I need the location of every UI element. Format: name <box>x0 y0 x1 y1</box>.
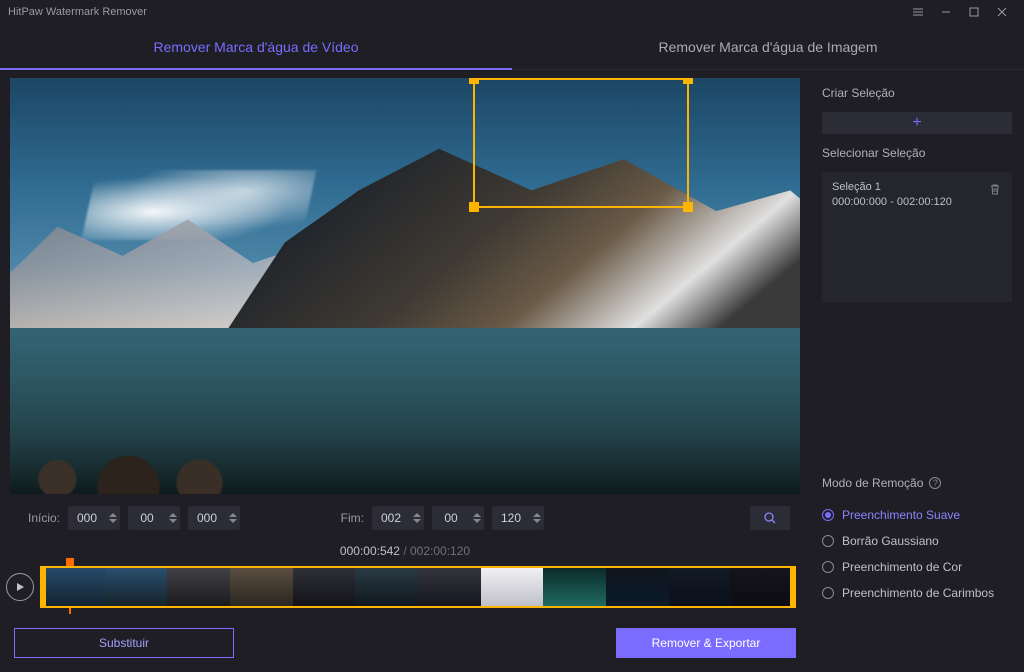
add-selection-button[interactable]: + <box>822 112 1012 134</box>
close-icon[interactable] <box>988 0 1016 24</box>
selection-list: Seleção 1 000:00:000 - 002:00:120 <box>822 172 1012 302</box>
timeline-thumb <box>167 568 230 606</box>
total-time: 002:00:120 <box>410 544 470 558</box>
mode-label: Modo de Remoção ? <box>822 476 1012 490</box>
start-minutes[interactable] <box>128 506 180 530</box>
selection-range: 000:00:000 - 002:00:120 <box>832 195 952 210</box>
video-preview[interactable] <box>10 78 800 494</box>
timeline-thumb <box>105 568 168 606</box>
preview-rocks <box>10 419 247 494</box>
selection-box[interactable] <box>473 78 689 208</box>
plus-icon: + <box>912 114 921 132</box>
start-ms[interactable] <box>188 506 240 530</box>
side-panel: Criar Seleção + Selecionar Seleção Seleç… <box>810 70 1024 672</box>
menu-icon[interactable] <box>904 0 932 24</box>
start-hours-input[interactable] <box>68 511 106 525</box>
replace-label: Substituir <box>99 636 149 650</box>
timeline-thumb <box>481 568 544 606</box>
mode-color-fill[interactable]: Preenchimento de Cor <box>822 560 1012 574</box>
end-ms-input[interactable] <box>492 511 530 525</box>
play-icon <box>15 582 25 592</box>
current-time: 000:00:542 <box>340 544 400 558</box>
end-hours-input[interactable] <box>372 511 410 525</box>
start-minutes-input[interactable] <box>128 511 166 525</box>
spinner-arrows-icon[interactable] <box>530 506 544 530</box>
timeline-thumb <box>418 568 481 606</box>
selection-name: Seleção 1 <box>832 180 952 195</box>
export-button[interactable]: Remover & Exportar <box>616 628 796 658</box>
timeline-thumb <box>230 568 293 606</box>
end-hours[interactable] <box>372 506 424 530</box>
tab-video[interactable]: Remover Marca d'água de Vídeo <box>0 24 512 69</box>
trash-icon[interactable] <box>988 182 1002 196</box>
timeline-thumb <box>731 568 794 606</box>
end-label: Fim: <box>316 511 364 525</box>
handle-tr[interactable] <box>683 78 693 84</box>
select-selection-label: Selecionar Seleção <box>822 146 1012 160</box>
selection-item[interactable]: Seleção 1 000:00:000 - 002:00:120 <box>822 172 1012 219</box>
play-button[interactable] <box>6 573 34 601</box>
spinner-arrows-icon[interactable] <box>470 506 484 530</box>
timeline-thumb <box>606 568 669 606</box>
magnify-icon <box>763 511 777 525</box>
timeline-thumb <box>355 568 418 606</box>
minimize-icon[interactable] <box>932 0 960 24</box>
start-hours[interactable] <box>68 506 120 530</box>
radio-icon <box>822 587 834 599</box>
spinner-arrows-icon[interactable] <box>410 506 424 530</box>
timeline-thumb <box>543 568 606 606</box>
export-label: Remover & Exportar <box>652 636 761 650</box>
end-ms[interactable] <box>492 506 544 530</box>
titlebar: HitPaw Watermark Remover <box>0 0 1024 24</box>
timeline-thumb <box>42 568 105 606</box>
replace-button[interactable]: Substituir <box>14 628 234 658</box>
end-minutes-input[interactable] <box>432 511 470 525</box>
mode-stamp-fill[interactable]: Preenchimento de Carimbos <box>822 586 1012 600</box>
end-minutes[interactable] <box>432 506 484 530</box>
timeline-thumb <box>669 568 732 606</box>
timeline-thumb <box>293 568 356 606</box>
tab-image[interactable]: Remover Marca d'água de Imagem <box>512 24 1024 69</box>
bottom-bar: Substituir Remover & Exportar <box>0 618 810 672</box>
handle-tl[interactable] <box>469 78 479 84</box>
mode-smooth-fill[interactable]: Preenchimento Suave <box>822 508 1012 522</box>
spinner-arrows-icon[interactable] <box>106 506 120 530</box>
time-controls: Início: Fim: <box>0 498 810 538</box>
handle-br[interactable] <box>683 202 693 212</box>
timeline-row <box>0 566 810 618</box>
mode-gaussian-blur[interactable]: Borrão Gaussiano <box>822 534 1012 548</box>
start-ms-input[interactable] <box>188 511 226 525</box>
start-label: Início: <box>12 511 60 525</box>
range-handle-right[interactable] <box>790 566 796 608</box>
spinner-arrows-icon[interactable] <box>226 506 240 530</box>
range-handle-left[interactable] <box>40 566 46 608</box>
handle-bl[interactable] <box>469 202 479 212</box>
timeline[interactable] <box>40 566 796 608</box>
radio-icon <box>822 535 834 547</box>
mode-radios: Preenchimento Suave Borrão Gaussiano Pre… <box>822 508 1012 600</box>
maximize-icon[interactable] <box>960 0 988 24</box>
app-title: HitPaw Watermark Remover <box>8 6 147 18</box>
timecode: 000:00:542 / 002:00:120 <box>0 538 810 566</box>
tab-image-label: Remover Marca d'água de Imagem <box>659 39 878 55</box>
main-tabs: Remover Marca d'água de Vídeo Remover Ma… <box>0 24 1024 70</box>
radio-icon <box>822 561 834 573</box>
tab-video-label: Remover Marca d'água de Vídeo <box>153 39 358 55</box>
timeline-thumbs <box>40 566 796 608</box>
radio-icon <box>822 509 834 521</box>
zoom-button[interactable] <box>750 506 790 530</box>
spinner-arrows-icon[interactable] <box>166 506 180 530</box>
create-selection-label: Criar Seleção <box>822 86 1012 100</box>
help-icon[interactable]: ? <box>929 477 941 489</box>
